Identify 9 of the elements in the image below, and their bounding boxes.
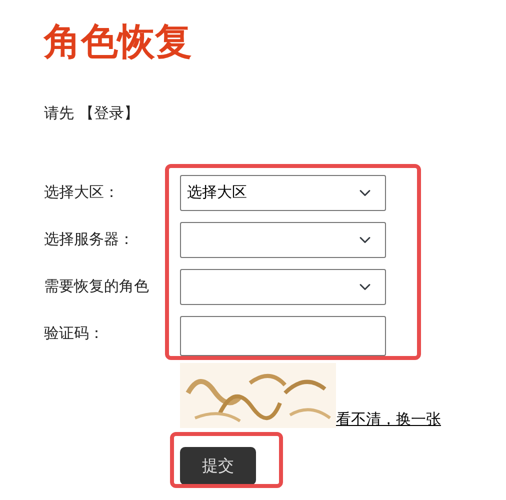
field-label: 需要恢复的角色: [44, 276, 150, 298]
login-prompt: 请先 【登录】: [44, 103, 140, 124]
field-label: 验证码：: [44, 322, 105, 344]
submit-button[interactable]: 提交: [180, 446, 256, 484]
refresh-captcha-link[interactable]: 看不清，换一张: [336, 410, 441, 428]
field-label: 选择大区：: [44, 182, 120, 204]
field-label: 选择服务器：: [44, 229, 135, 250]
dropdown[interactable]: 选择大区: [180, 174, 386, 210]
page-title: 角色恢复: [44, 20, 193, 64]
